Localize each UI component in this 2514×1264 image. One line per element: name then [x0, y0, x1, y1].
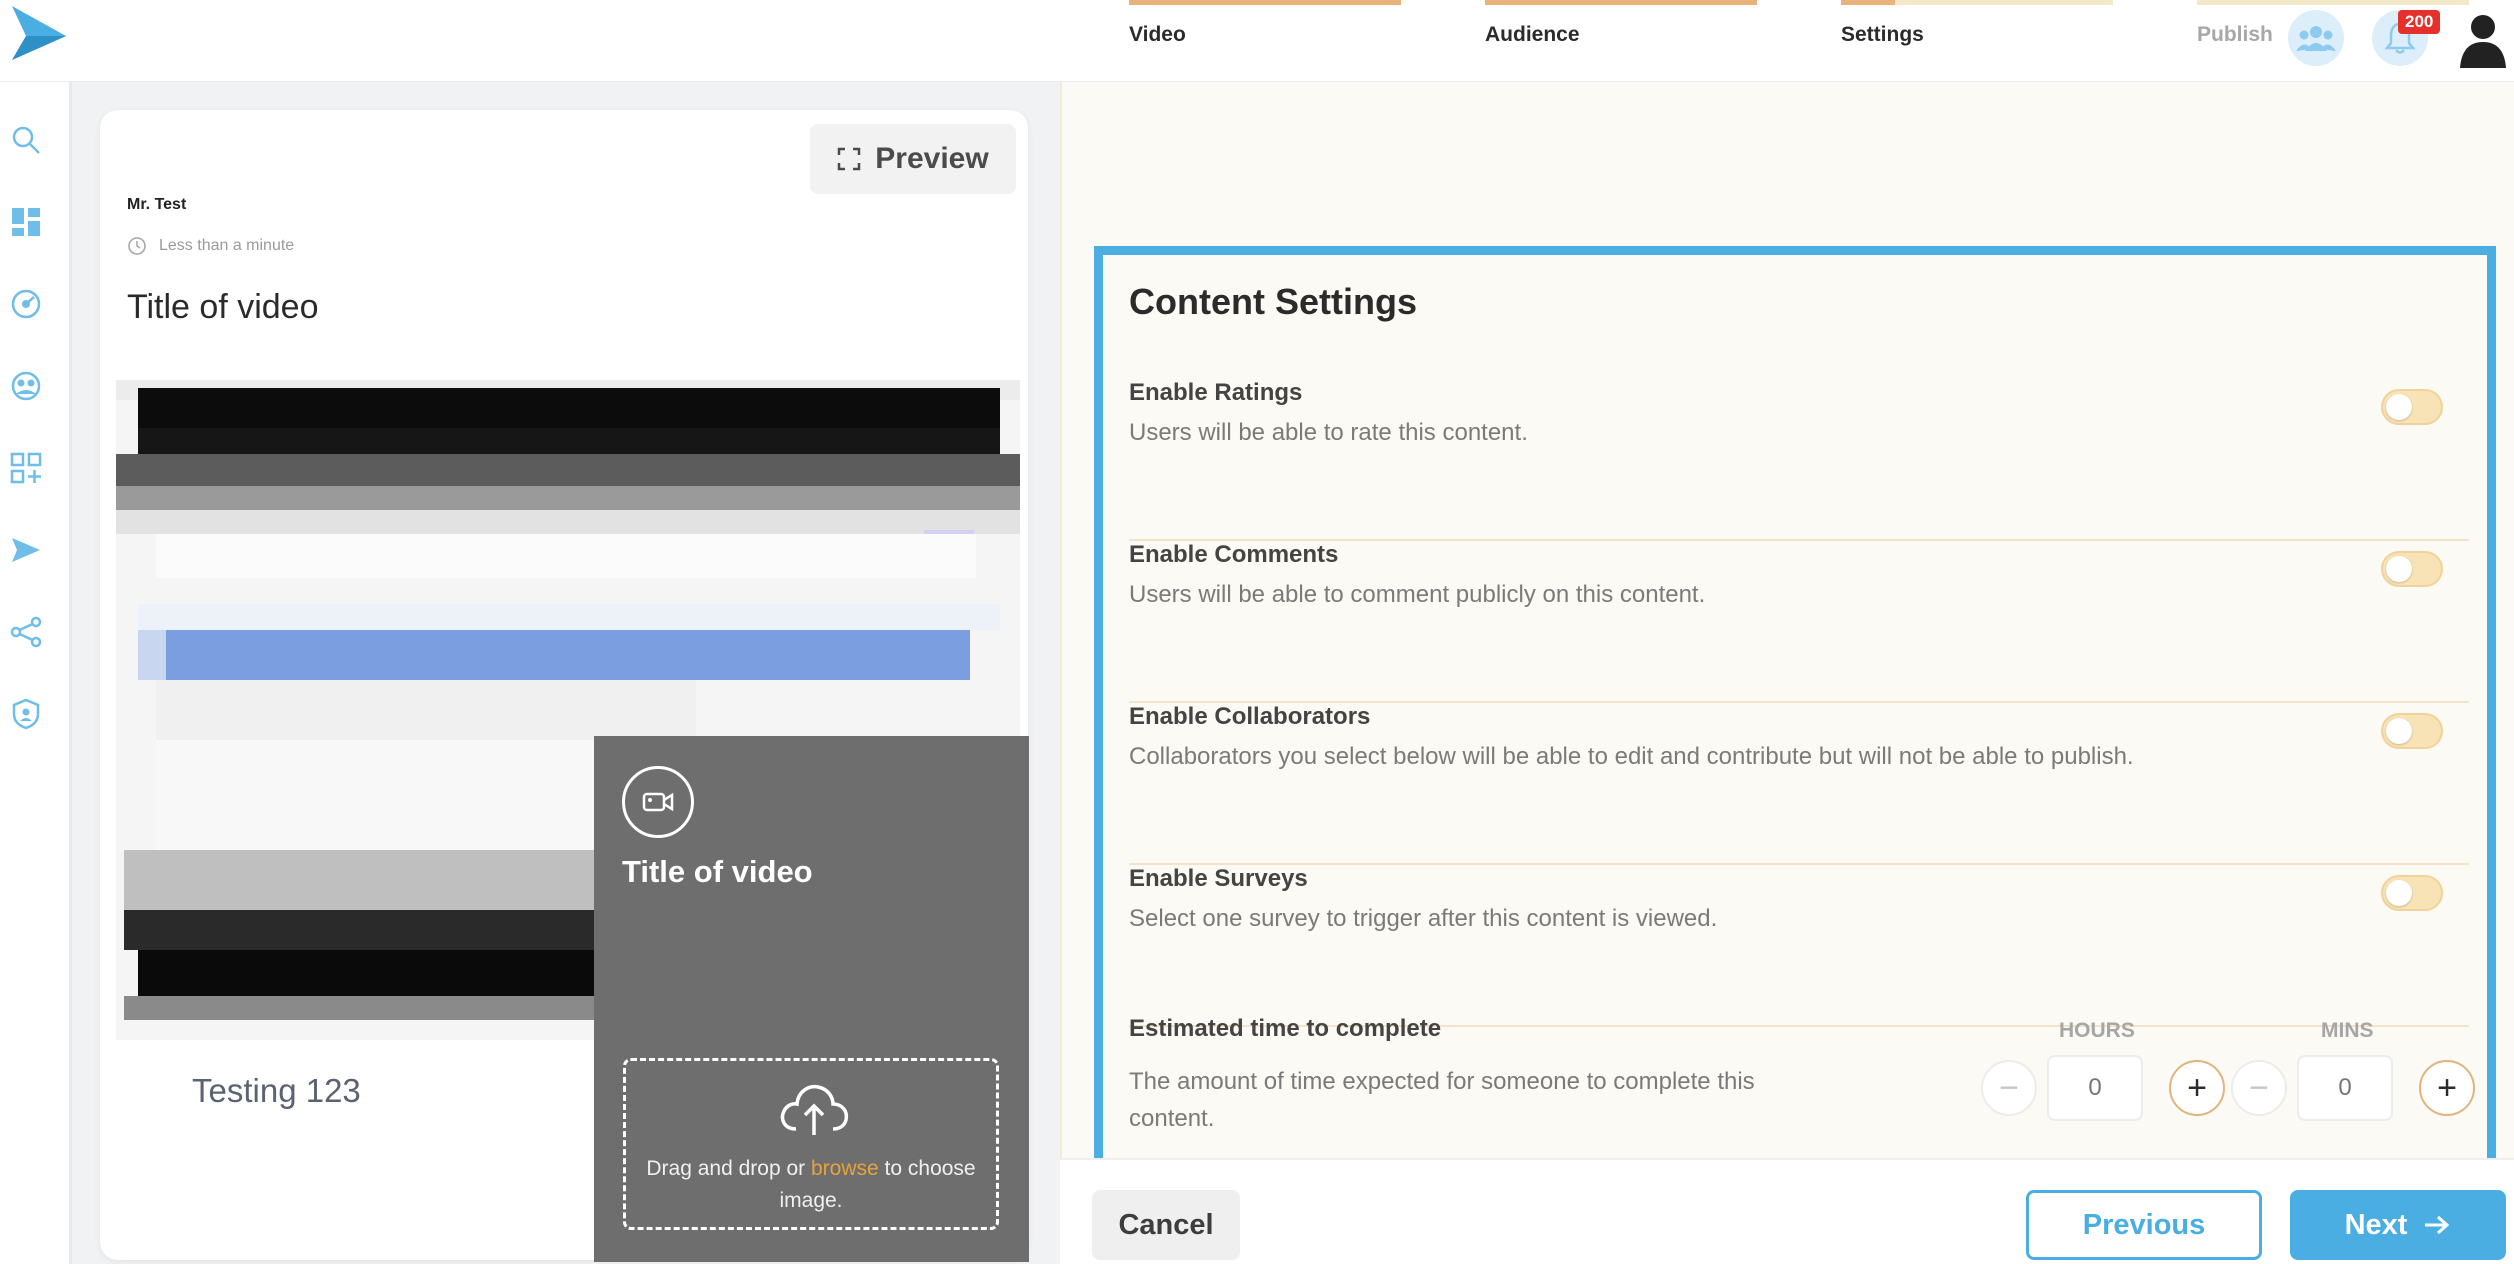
estimate-description: The amount of time expected for someone … — [1129, 1068, 1755, 1132]
setting-label: Enable Ratings — [1129, 379, 1303, 406]
estimate-label: Estimated time to complete — [1129, 1015, 1442, 1042]
cancel-button[interactable]: Cancel — [1092, 1190, 1240, 1260]
surveys-toggle[interactable] — [2381, 875, 2443, 911]
mins-decrement-button[interactable]: − — [2231, 1060, 2287, 1116]
estimated-time-section: Estimated time to complete The amount of… — [1129, 1015, 2475, 1165]
image-dropzone[interactable]: Drag and drop or browse to choose image. — [623, 1058, 999, 1230]
cloud-upload-icon — [780, 1084, 849, 1135]
step-label: Audience — [1485, 23, 1580, 46]
preview-button[interactable]: Preview — [810, 124, 1016, 194]
setting-ratings: Enable Ratings Users will be able to rat… — [1129, 379, 2469, 541]
share-icon[interactable] — [10, 616, 42, 648]
audience-icon[interactable] — [10, 370, 42, 402]
collaborators-toggle[interactable] — [2381, 713, 2443, 749]
hours-header: HOURS — [2059, 1019, 2135, 1042]
ratings-toggle[interactable] — [2381, 389, 2443, 425]
comments-toggle[interactable] — [2381, 551, 2443, 587]
setting-label: Enable Comments — [1129, 541, 1339, 568]
preview-body-text: Testing 123 — [192, 1072, 361, 1109]
sidebar — [0, 82, 72, 1264]
setting-description: Collaborators you select below will be a… — [1129, 743, 2134, 770]
expand-icon — [838, 147, 861, 171]
author-name: Mr. Test — [127, 196, 187, 213]
logo-icon[interactable] — [10, 4, 68, 64]
step-video[interactable]: Video — [1129, 0, 1401, 47]
mins-input[interactable] — [2297, 1055, 2393, 1121]
step-label: Settings — [1841, 23, 1924, 46]
cover-image-panel: Title of video Drag and drop or browse t… — [594, 736, 1029, 1262]
dropzone-text: Drag and drop or browse to choose image. — [646, 1157, 976, 1212]
add-widget-icon[interactable] — [10, 452, 42, 484]
setting-label: Enable Surveys — [1129, 865, 1308, 892]
browse-link[interactable]: browse — [811, 1157, 879, 1180]
read-time-label: Less than a minute — [159, 237, 295, 254]
video-title: Title of video — [127, 288, 319, 326]
clock-icon — [128, 237, 146, 255]
step-audience[interactable]: Audience — [1485, 0, 1757, 47]
video-camera-icon — [622, 766, 694, 838]
content-settings-box: Content Settings Enable Ratings Users wi… — [1094, 246, 2496, 1172]
step-settings[interactable]: Settings — [1841, 0, 2113, 47]
next-button-label: Next — [2344, 1208, 2408, 1241]
setting-collaborators: Enable Collaborators Collaborators you s… — [1129, 703, 2469, 865]
setting-description: Users will be able to comment publicly o… — [1129, 581, 1706, 608]
step-label: Publish — [2197, 23, 2273, 46]
arrow-right-icon — [2425, 1215, 2450, 1235]
preview-button-label: Preview — [875, 142, 989, 175]
hours-increment-button[interactable]: + — [2169, 1060, 2225, 1116]
read-time: Less than a minute — [127, 236, 294, 256]
shield-icon[interactable] — [10, 698, 42, 730]
setting-surveys: Enable Surveys Select one survey to trig… — [1129, 865, 2469, 1027]
dashboard-icon[interactable] — [10, 206, 42, 238]
mins-increment-button[interactable]: + — [2419, 1060, 2475, 1116]
setting-description: Users will be able to rate this content. — [1129, 419, 1528, 446]
setting-description: Select one survey to trigger after this … — [1129, 905, 1718, 932]
previous-button[interactable]: Previous — [2026, 1190, 2262, 1260]
analytics-icon[interactable] — [10, 288, 42, 320]
hours-decrement-button[interactable]: − — [1981, 1060, 2037, 1116]
send-icon[interactable] — [10, 534, 42, 566]
cover-title: Title of video — [622, 854, 813, 889]
next-button[interactable]: Next — [2290, 1190, 2506, 1260]
step-publish[interactable]: Publish — [2197, 0, 2469, 47]
settings-title: Content Settings — [1129, 281, 1417, 322]
hours-input[interactable] — [2047, 1055, 2143, 1121]
step-label: Video — [1129, 23, 1186, 46]
search-icon[interactable] — [10, 124, 42, 156]
setting-comments: Enable Comments Users will be able to co… — [1129, 541, 2469, 703]
mins-header: MINS — [2321, 1019, 2374, 1042]
setting-label: Enable Collaborators — [1129, 703, 1371, 730]
